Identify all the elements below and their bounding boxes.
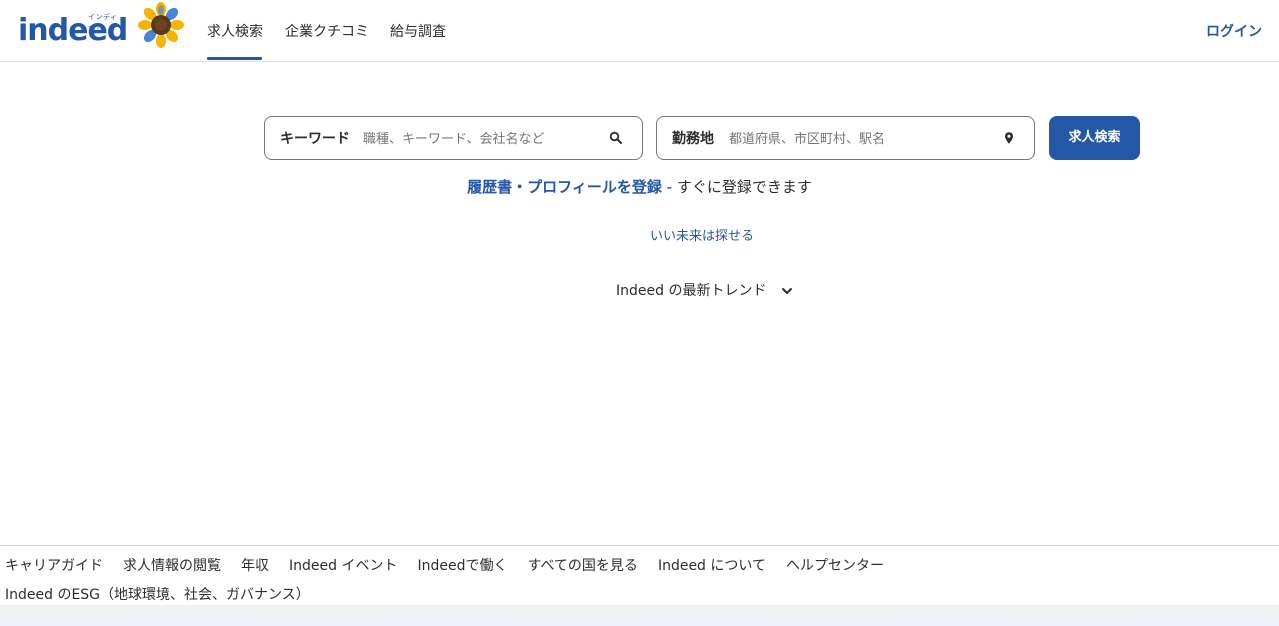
footer-link-about[interactable]: Indeed について (658, 558, 766, 574)
tagline-link[interactable]: いい未来は探せる (0, 228, 1279, 246)
footer-link-countries[interactable]: すべての国を見る (527, 558, 637, 574)
footer-link-events[interactable]: Indeed イベント (289, 558, 397, 574)
resume-promo: 履歴書・プロフィールを登録 - すぐに登録できます (0, 176, 1279, 198)
nav-job-search[interactable]: 求人検索 (207, 22, 263, 42)
footer-link-browse-jobs[interactable]: 求人情報の閲覧 (123, 558, 221, 574)
search-icon (609, 131, 622, 144)
find-jobs-button[interactable]: 求人検索 (1049, 116, 1140, 160)
footer-link-work-at-indeed[interactable]: Indeedで働く (417, 558, 507, 574)
location-field[interactable]: 勤務地 (656, 116, 1035, 160)
resume-promo-text: - すぐに登録できます (661, 178, 812, 196)
location-pin-icon (1005, 132, 1013, 144)
keyword-label: キーワード (280, 131, 350, 147)
active-tab-indicator (207, 57, 262, 60)
chevron-down-icon[interactable] (780, 284, 794, 298)
nav-company-reviews[interactable]: 企業クチコミ (285, 22, 369, 42)
site-header: インディード indeed 求人検索 企業クチコミ 給与調査 ログイン (0, 0, 1279, 62)
keyword-input[interactable] (363, 128, 593, 150)
sunflower-icon (138, 2, 184, 48)
footer-links: キャリアガイド 求人情報の閲覧 年収 Indeed イベント Indeedで働く すべての… (5, 556, 904, 576)
register-resume-link[interactable]: 履歴書・プロフィールを登録 (467, 178, 662, 196)
indeed-logo[interactable]: インディード indeed (18, 8, 128, 48)
footer-link-esg[interactable]: Indeed のESG（地球環境、社会、ガバナンス） (5, 585, 310, 605)
location-label: 勤務地 (672, 131, 714, 147)
nav-salary[interactable]: 給与調査 (390, 22, 446, 42)
footer-link-salary[interactable]: 年収 (241, 558, 269, 574)
login-link[interactable]: ログイン (1206, 22, 1262, 42)
footer-band (0, 605, 1279, 626)
latest-trends-toggle[interactable]: Indeed の最新トレンド (616, 281, 766, 301)
location-input[interactable] (729, 128, 979, 150)
footer-link-career-guide[interactable]: キャリアガイド (5, 558, 103, 574)
footer-link-help-center[interactable]: ヘルプセンター (786, 558, 884, 574)
keyword-field[interactable]: キーワード (264, 116, 643, 160)
logo-text: indeed (18, 13, 128, 48)
